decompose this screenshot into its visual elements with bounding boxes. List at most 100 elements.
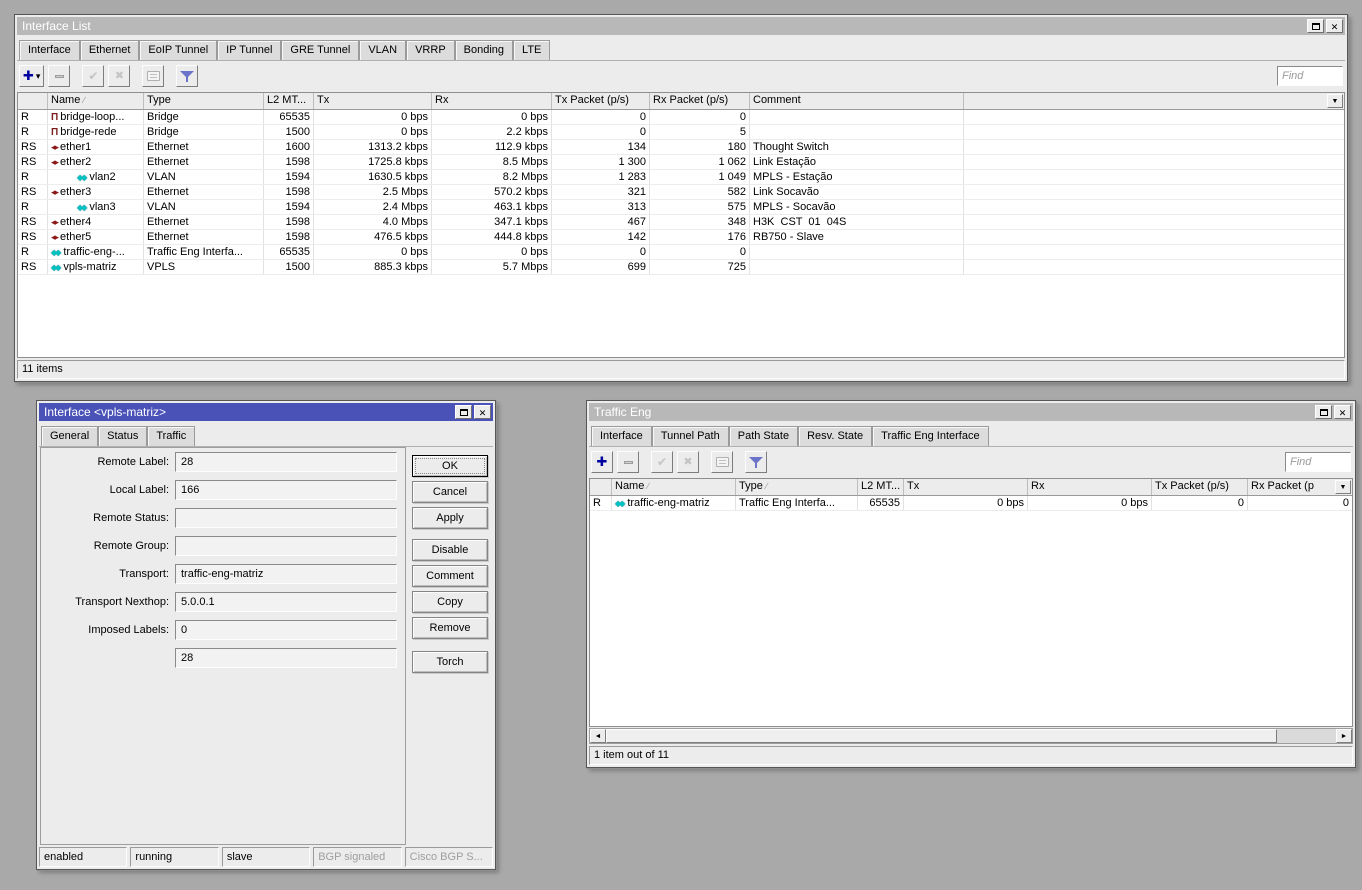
filter-button[interactable]: [176, 65, 198, 87]
remove-button[interactable]: [48, 65, 70, 87]
tab-gre-tunnel[interactable]: GRE Tunnel: [281, 40, 359, 60]
scroll-track[interactable]: [1277, 729, 1336, 743]
tab-path-state[interactable]: Path State: [729, 426, 798, 446]
horizontal-scrollbar[interactable]: [589, 728, 1353, 744]
table-row[interactable]: R bridge-rede Bridge 1500 0 bps 2.2 kbps…: [18, 125, 1344, 140]
table-row[interactable]: RS ether5 Ethernet 1598 476.5 kbps 444.8…: [18, 230, 1344, 245]
column-name[interactable]: Name: [612, 479, 736, 495]
table-row[interactable]: R vlan3 VLAN 1594 2.4 Mbps 463.1 kbps 31…: [18, 200, 1344, 215]
row-rx: 2.2 kbps: [432, 125, 552, 139]
tab-general[interactable]: General: [41, 426, 98, 446]
table-row[interactable]: R traffic-eng-... Traffic Eng Interfa...…: [18, 245, 1344, 260]
column-l2mtu[interactable]: L2 MT...: [858, 479, 904, 495]
tabstrip: General Status Traffic: [39, 421, 493, 447]
ok-button[interactable]: OK: [412, 455, 488, 477]
close-button[interactable]: [474, 405, 491, 419]
table-row[interactable]: R traffic-eng-matriz Traffic Eng Interfa…: [590, 496, 1352, 511]
table-row[interactable]: RS ether3 Ethernet 1598 2.5 Mbps 570.2 k…: [18, 185, 1344, 200]
tab-traffic-eng-interface[interactable]: Traffic Eng Interface: [872, 426, 988, 446]
comment-button[interactable]: Comment: [412, 565, 488, 587]
remote-label-field[interactable]: 28: [175, 452, 397, 472]
tab-tunnel-path[interactable]: Tunnel Path: [652, 426, 729, 446]
table-row[interactable]: RS ether1 Ethernet 1600 1313.2 kbps 112.…: [18, 140, 1344, 155]
remote-status-field[interactable]: [175, 508, 397, 528]
table-row[interactable]: RS ether2 Ethernet 1598 1725.8 kbps 8.5 …: [18, 155, 1344, 170]
apply-button[interactable]: Apply: [412, 507, 488, 529]
field-label: Transport Nexthop:: [45, 596, 175, 608]
column-tx-packet[interactable]: Tx Packet (p/s): [1152, 479, 1248, 495]
tab-ip-tunnel[interactable]: IP Tunnel: [217, 40, 281, 60]
tab-vrrp[interactable]: VRRP: [406, 40, 455, 60]
imposed-labels-field[interactable]: 0: [175, 620, 397, 640]
window-title: Interface List: [22, 19, 91, 33]
comment-button[interactable]: [711, 451, 733, 473]
local-label-field[interactable]: 166: [175, 480, 397, 500]
find-input[interactable]: [1285, 452, 1351, 472]
tab-resv-state[interactable]: Resv. State: [798, 426, 872, 446]
remove-button[interactable]: [617, 451, 639, 473]
scroll-right-button[interactable]: [1336, 729, 1352, 743]
tab-ethernet[interactable]: Ethernet: [80, 40, 140, 60]
tab-bonding[interactable]: Bonding: [455, 40, 513, 60]
disable-button[interactable]: Disable: [412, 539, 488, 561]
tab-traffic[interactable]: Traffic: [147, 426, 195, 446]
maximize-button[interactable]: [455, 405, 472, 419]
filter-button[interactable]: [745, 451, 767, 473]
titlebar[interactable]: Interface <vpls-matriz>: [39, 403, 493, 421]
traffic-eng-window: Traffic Eng Interface Tunnel Path Path S…: [586, 400, 1356, 768]
add-button[interactable]: [591, 451, 613, 473]
row-rx-packet: 348: [650, 215, 750, 229]
transport-field[interactable]: traffic-eng-matriz: [175, 564, 397, 584]
window-title: Traffic Eng: [594, 405, 651, 419]
column-rx[interactable]: Rx: [432, 93, 552, 109]
imposed-labels-field-2[interactable]: 28: [175, 648, 397, 668]
torch-button[interactable]: Torch: [412, 651, 488, 673]
tab-lte[interactable]: LTE: [513, 40, 550, 60]
disable-button[interactable]: [677, 451, 699, 473]
column-type[interactable]: Type: [144, 93, 264, 109]
column-flags[interactable]: [590, 479, 612, 495]
titlebar[interactable]: Traffic Eng: [589, 403, 1353, 421]
table-row[interactable]: R vlan2 VLAN 1594 1630.5 kbps 8.2 Mbps 1…: [18, 170, 1344, 185]
find-input[interactable]: [1277, 66, 1343, 86]
enable-button[interactable]: [82, 65, 104, 87]
scroll-left-button[interactable]: [590, 729, 606, 743]
remove-button[interactable]: Remove: [412, 617, 488, 639]
table-row[interactable]: RS vpls-matriz VPLS 1500 885.3 kbps 5.7 …: [18, 260, 1344, 275]
scroll-thumb[interactable]: [606, 729, 1277, 743]
column-flags[interactable]: [18, 93, 48, 109]
table-row[interactable]: R bridge-loop... Bridge 65535 0 bps 0 bp…: [18, 110, 1344, 125]
column-select-button[interactable]: [1335, 480, 1351, 494]
column-rx[interactable]: Rx: [1028, 479, 1152, 495]
column-type[interactable]: Type: [736, 479, 858, 495]
titlebar[interactable]: Interface List: [17, 17, 1345, 35]
column-select-button[interactable]: [1327, 94, 1343, 108]
column-rx-packet[interactable]: Rx Packet (p/s): [650, 93, 750, 109]
remote-group-field[interactable]: [175, 536, 397, 556]
copy-button[interactable]: Copy: [412, 591, 488, 613]
maximize-button[interactable]: [1307, 19, 1324, 33]
close-button[interactable]: [1326, 19, 1343, 33]
tab-interface[interactable]: Interface: [19, 40, 80, 60]
transport-nexthop-field[interactable]: 5.0.0.1: [175, 592, 397, 612]
add-button[interactable]: [19, 65, 44, 87]
disable-button[interactable]: [108, 65, 130, 87]
cancel-button[interactable]: Cancel: [412, 481, 488, 503]
tab-status[interactable]: Status: [98, 426, 147, 446]
form-row: Transport Nexthop: 5.0.0.1: [45, 592, 397, 612]
column-tx[interactable]: Tx: [314, 93, 432, 109]
column-tx[interactable]: Tx: [904, 479, 1028, 495]
maximize-button[interactable]: [1315, 405, 1332, 419]
tab-vlan[interactable]: VLAN: [359, 40, 406, 60]
tab-eoip-tunnel[interactable]: EoIP Tunnel: [139, 40, 217, 60]
column-l2mtu[interactable]: L2 MT...: [264, 93, 314, 109]
close-button[interactable]: [1334, 405, 1351, 419]
comment-button[interactable]: [142, 65, 164, 87]
enable-button[interactable]: [651, 451, 673, 473]
column-comment[interactable]: Comment: [750, 93, 964, 109]
column-tx-packet[interactable]: Tx Packet (p/s): [552, 93, 650, 109]
tab-interface[interactable]: Interface: [591, 426, 652, 446]
column-name[interactable]: Name: [48, 93, 144, 109]
close-icon: [1339, 405, 1347, 419]
table-row[interactable]: RS ether4 Ethernet 1598 4.0 Mbps 347.1 k…: [18, 215, 1344, 230]
